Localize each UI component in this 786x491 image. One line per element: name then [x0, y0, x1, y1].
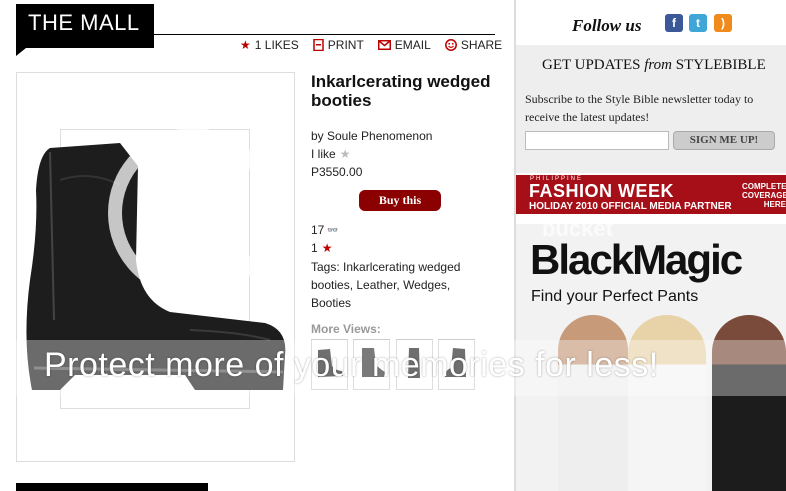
eye-icon: 👓 [327, 224, 339, 235]
facebook-icon[interactable]: f [665, 14, 683, 32]
fashion-week-title: FASHION WEEK [529, 181, 675, 201]
watermark-text: Protect more of your memories for less! [44, 346, 659, 384]
rss-icon[interactable]: ) [714, 14, 732, 32]
email-label: EMAIL [394, 38, 431, 52]
likes-count-row: 1 ★ [311, 241, 332, 255]
follow-us-label: Follow us [572, 16, 642, 35]
buy-button[interactable]: Buy this [359, 190, 441, 211]
more-views-label: More Views: [311, 322, 381, 336]
share-button[interactable]: SHARE [444, 38, 503, 52]
product-price: P3550.00 [311, 165, 363, 179]
red-star-icon: ★ [321, 241, 333, 255]
email-icon [377, 40, 391, 50]
newsletter-title-post: STYLEBIBLE [672, 57, 766, 73]
print-label: PRINT [327, 38, 364, 52]
views-count-row: 17 👓 [311, 223, 339, 237]
star-icon: ★ [240, 38, 251, 52]
watermark-brand: bucket [542, 216, 613, 241]
newsletter-title-pre: GET UPDATES [542, 57, 645, 73]
product-tags[interactable]: Tags: Inkarlcerating wedged booties, Lea… [311, 258, 486, 312]
product-designer[interactable]: by Soule Phenomenon [311, 129, 432, 143]
product-title: Inkarlcerating wedged booties [311, 72, 491, 110]
header-divider [154, 34, 495, 35]
share-label: SHARE [460, 38, 503, 52]
fashion-week-subtitle: HOLIDAY 2010 OFFICIAL MEDIA PARTNER [529, 201, 732, 212]
i-like-row[interactable]: I like ★ [311, 147, 350, 161]
bottom-section-tab [16, 483, 208, 491]
print-icon [313, 39, 324, 51]
blackmagic-title: BlackMagic [530, 236, 743, 283]
section-title: THE MALL [16, 4, 154, 48]
like-star-icon: ★ [339, 147, 351, 161]
action-bar: ★ 1 LIKES PRINT EMAIL SHARE [240, 38, 502, 52]
newsletter-description: Subscribe to the Style Bible newsletter … [525, 92, 754, 124]
print-button[interactable]: PRINT [313, 38, 364, 52]
likes-button[interactable]: ★ 1 LIKES [240, 38, 299, 52]
likes-label: 1 LIKES [254, 38, 299, 52]
email-button[interactable]: EMAIL [377, 38, 431, 52]
watermark-ring-inner [140, 160, 246, 266]
twitter-icon[interactable]: t [689, 14, 707, 32]
newsletter-email-input[interactable] [525, 131, 669, 150]
newsletter-title-from: from [644, 57, 673, 73]
views-count: 17 [311, 223, 325, 237]
fashion-week-coverage: COMPLETE COVERAGE HERE [742, 182, 786, 209]
i-like-label: I like [311, 147, 336, 161]
likes-count: 1 [311, 241, 318, 255]
share-icon [444, 39, 457, 51]
sign-up-button[interactable]: SIGN ME UP! [673, 131, 775, 150]
blackmagic-subtitle: Find your Perfect Pants [531, 288, 699, 305]
newsletter-title: GET UPDATES from STYLEBIBLE [542, 57, 766, 74]
section-title-notch [16, 48, 26, 56]
